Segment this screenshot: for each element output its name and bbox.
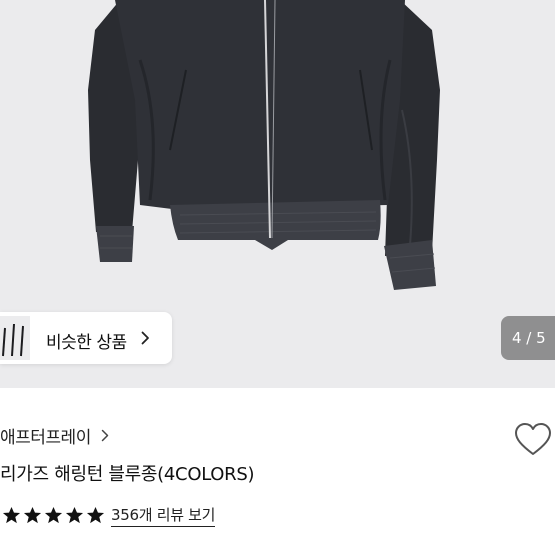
product-image[interactable]: 비슷한 상품 4 / 5	[0, 0, 555, 388]
star-icon	[44, 506, 63, 524]
star-icon	[86, 506, 105, 524]
rating-row: 356개 리뷰 보기	[2, 504, 215, 527]
image-page-indicator: 4 / 5	[501, 316, 555, 360]
chevron-right-icon	[101, 429, 109, 442]
brand-name: 애프터프레이	[0, 428, 91, 448]
review-link[interactable]: 356개 리뷰 보기	[111, 504, 215, 527]
brand-link[interactable]: 애프터프레이	[0, 423, 109, 448]
star-icon	[65, 506, 84, 524]
chevron-right-icon	[141, 331, 149, 345]
star-icon	[2, 506, 21, 524]
product-title: 리가즈 해링턴 블루종(4COLORS)	[0, 464, 255, 485]
similar-thumbnail-image	[0, 316, 30, 360]
rating-stars	[2, 506, 105, 525]
similar-products-label: 비슷한 상품	[46, 333, 127, 353]
star-icon	[23, 506, 42, 524]
wishlist-heart-icon[interactable]	[513, 421, 553, 461]
similar-products-button[interactable]: 비슷한 상품	[0, 312, 172, 364]
